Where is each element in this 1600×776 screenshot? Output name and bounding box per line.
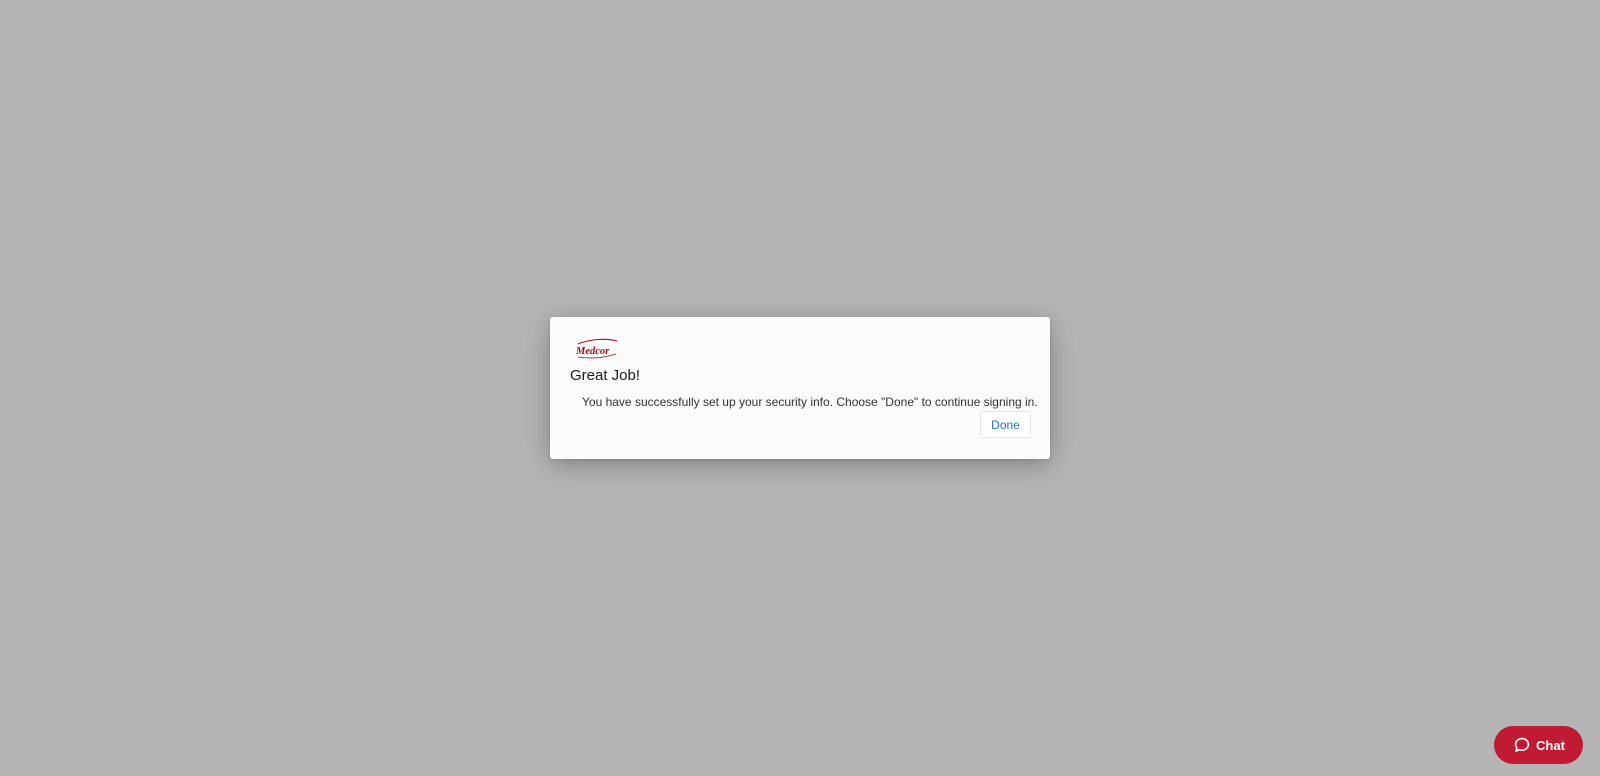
dialog-title: Great Job! — [570, 367, 641, 384]
chat-button[interactable]: Chat — [1494, 726, 1583, 764]
security-info-complete-dialog: Medcor Great Job! You have successfully … — [550, 317, 1050, 459]
chat-button-label: Chat — [1536, 737, 1565, 753]
dialog-message: You have successfully set up your securi… — [582, 395, 1038, 409]
chat-bubble-icon — [1514, 737, 1530, 753]
done-button[interactable]: Done — [980, 411, 1031, 438]
medcor-logo: Medcor — [574, 338, 618, 360]
logo-wordmark: Medcor — [575, 346, 610, 357]
